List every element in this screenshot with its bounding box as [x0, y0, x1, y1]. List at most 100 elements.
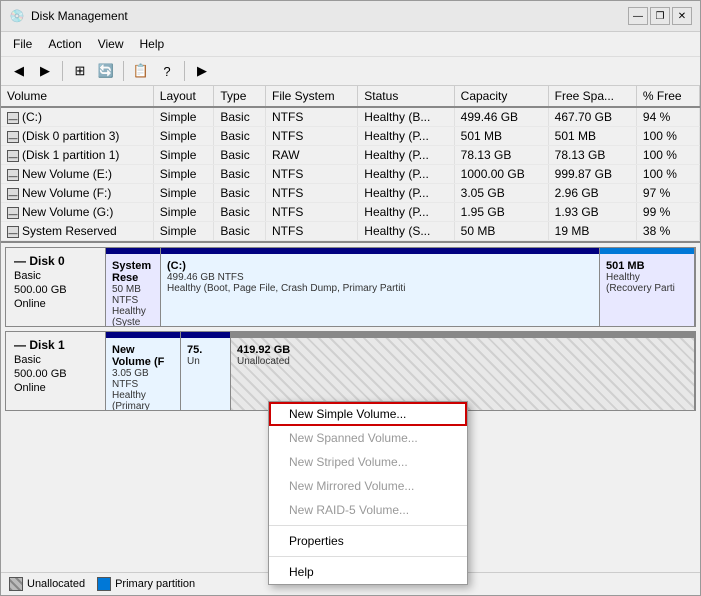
cell-layout: Simple — [153, 184, 214, 203]
refresh-button[interactable]: 🔄 — [94, 60, 118, 82]
cell-status: Healthy (S... — [358, 222, 454, 241]
unalloc-bar — [231, 332, 694, 338]
menu-help[interactable]: Help — [132, 34, 173, 54]
unalloc-size: 419.92 GB — [237, 344, 688, 356]
cell-pct: 100 % — [636, 127, 699, 146]
vol-icon: — — [7, 188, 19, 200]
disk-1-p75[interactable]: 75. Un — [181, 332, 231, 410]
nvf-bar — [106, 332, 180, 338]
table-body: —(C:) Simple Basic NTFS Healthy (B... 49… — [1, 107, 700, 241]
disk-0-sysreserved[interactable]: System Rese 50 MB NTFS Healthy (Syste — [106, 248, 161, 326]
cell-free: 999.87 GB — [548, 165, 636, 184]
table-row[interactable]: —New Volume (G:) Simple Basic NTFS Healt… — [1, 203, 700, 222]
ctx-new-spanned: New Spanned Volume... — [269, 426, 467, 450]
maximize-button[interactable]: ❐ — [650, 7, 670, 25]
cell-volume-name: —(Disk 0 partition 3) — [1, 127, 153, 146]
disk-0-partitions: System Rese 50 MB NTFS Healthy (Syste (C… — [106, 248, 695, 326]
cell-pct: 100 % — [636, 146, 699, 165]
disk-1-unallocated[interactable]: 419.92 GB Unallocated — [231, 332, 695, 410]
ctx-separator — [269, 525, 467, 526]
col-type[interactable]: Type — [214, 86, 266, 107]
menu-view[interactable]: View — [90, 34, 132, 54]
cell-capacity: 501 MB — [454, 127, 548, 146]
ctx-properties[interactable]: Properties — [269, 529, 467, 553]
ctx-new-simple[interactable]: New Simple Volume... — [269, 402, 467, 426]
table-row[interactable]: —New Volume (E:) Simple Basic NTFS Healt… — [1, 165, 700, 184]
disk-0-label: — Disk 0 Basic 500.00 GB Online — [6, 248, 106, 326]
ctx-help[interactable]: Help — [269, 560, 467, 584]
menu-bar: File Action View Help — [1, 32, 700, 57]
cell-volume-name: —System Reserved — [1, 222, 153, 241]
vol-icon: — — [7, 226, 19, 238]
cell-volume-name: —New Volume (E:) — [1, 165, 153, 184]
view-button[interactable]: ⊞ — [68, 60, 92, 82]
table-row[interactable]: —(Disk 1 partition 1) Simple Basic RAW H… — [1, 146, 700, 165]
rec-status: Healthy (Recovery Parti — [606, 272, 688, 294]
window-title: Disk Management — [31, 9, 128, 23]
cell-layout: Simple — [153, 203, 214, 222]
cell-capacity: 50 MB — [454, 222, 548, 241]
ctx-separator-2 — [269, 556, 467, 557]
back-button[interactable]: ◀ — [7, 60, 31, 82]
cell-free: 78.13 GB — [548, 146, 636, 165]
toolbar-separator-3 — [184, 61, 185, 81]
disk-1-size: 500.00 GB — [14, 368, 97, 380]
disk-1-row: — Disk 1 Basic 500.00 GB Online New Volu… — [5, 331, 696, 411]
extra-button[interactable]: ▶ — [190, 60, 214, 82]
cell-status: Healthy (P... — [358, 146, 454, 165]
ctx-new-striped: New Striped Volume... — [269, 450, 467, 474]
cell-fs: NTFS — [266, 222, 358, 241]
menu-action[interactable]: Action — [40, 34, 89, 54]
disk-0-c[interactable]: (C:) 499.46 GB NTFS Healthy (Boot, Page … — [161, 248, 600, 326]
sysres-status: Healthy (Syste — [112, 306, 154, 326]
cell-layout: Simple — [153, 222, 214, 241]
close-button[interactable]: ✕ — [672, 7, 692, 25]
c-bar — [161, 248, 599, 254]
disk-0-recovery[interactable]: 501 MB Healthy (Recovery Parti — [600, 248, 695, 326]
table-header: Volume Layout Type File System Status Ca… — [1, 86, 700, 107]
cell-fs: NTFS — [266, 107, 358, 127]
app-icon: 💿 — [9, 8, 25, 24]
disk-1-type: Basic — [14, 354, 97, 366]
col-status[interactable]: Status — [358, 86, 454, 107]
cell-free: 501 MB — [548, 127, 636, 146]
cell-fs: NTFS — [266, 184, 358, 203]
col-layout[interactable]: Layout — [153, 86, 214, 107]
minimize-button[interactable]: — — [628, 7, 648, 25]
ctx-new-mirrored: New Mirrored Volume... — [269, 474, 467, 498]
cell-capacity: 1000.00 GB — [454, 165, 548, 184]
sysres-name: System Rese — [112, 260, 154, 284]
properties-button[interactable]: 📋 — [129, 60, 153, 82]
col-free[interactable]: Free Spa... — [548, 86, 636, 107]
c-name: (C:) — [167, 260, 593, 272]
vol-icon: — — [7, 131, 19, 143]
window-controls: — ❐ ✕ — [628, 7, 692, 25]
cell-status: Healthy (P... — [358, 184, 454, 203]
cell-fs: NTFS — [266, 203, 358, 222]
table-row[interactable]: —(Disk 0 partition 3) Simple Basic NTFS … — [1, 127, 700, 146]
col-volume[interactable]: Volume — [1, 86, 153, 107]
cell-volume-name: —(Disk 1 partition 1) — [1, 146, 153, 165]
disk-0-size: 500.00 GB — [14, 284, 97, 296]
col-pct[interactable]: % Free — [636, 86, 699, 107]
cell-free: 19 MB — [548, 222, 636, 241]
ctx-new-raid5: New RAID-5 Volume... — [269, 498, 467, 522]
nvf-size: 3.05 GB NTFS — [112, 368, 174, 390]
cell-type: Basic — [214, 165, 266, 184]
table-row[interactable]: —(C:) Simple Basic NTFS Healthy (B... 49… — [1, 107, 700, 127]
disk-1-label: — Disk 1 Basic 500.00 GB Online — [6, 332, 106, 410]
forward-button[interactable]: ▶ — [33, 60, 57, 82]
cell-capacity: 78.13 GB — [454, 146, 548, 165]
help-toolbar-button[interactable]: ? — [155, 60, 179, 82]
disk-1-nvf[interactable]: New Volume (F 3.05 GB NTFS Healthy (Prim… — [106, 332, 181, 410]
table-row[interactable]: —New Volume (F:) Simple Basic NTFS Healt… — [1, 184, 700, 203]
table-row[interactable]: —System Reserved Simple Basic NTFS Healt… — [1, 222, 700, 241]
toolbar: ◀ ▶ ⊞ 🔄 📋 ? ▶ — [1, 57, 700, 86]
legend-primary-box — [97, 577, 111, 591]
menu-file[interactable]: File — [5, 34, 40, 54]
col-fs[interactable]: File System — [266, 86, 358, 107]
cell-fs: NTFS — [266, 127, 358, 146]
cell-pct: 100 % — [636, 165, 699, 184]
col-capacity[interactable]: Capacity — [454, 86, 548, 107]
disk-0-status: Online — [14, 298, 97, 310]
